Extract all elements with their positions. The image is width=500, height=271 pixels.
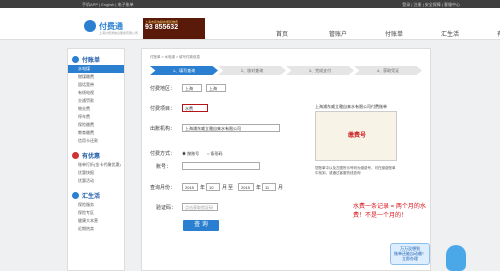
sidebar-section-life: 汇生活 保险服务 保险专区 健康大本营 近期热卖 [68, 189, 124, 233]
year-to-select[interactable]: 2015 [238, 183, 254, 191]
region-select-2[interactable]: 上海 [206, 84, 226, 92]
progress-steps: 1、填写查询 2、核对查询 3、完成支付 4、获取凭证 [150, 66, 422, 75]
life-icon [72, 191, 79, 199]
step-3: 3、完成支付 [286, 66, 354, 75]
range-separator: 至 [228, 185, 234, 191]
sidebar-item[interactable]: 账单打折(金卡代缴优惠) [68, 161, 124, 169]
org-select[interactable]: 上海浦东威立雅自来水有限公司 [182, 124, 280, 132]
sidebar-item[interactable]: 保险专区 [68, 209, 124, 217]
example-title: 上海浦东威立雅自来水有限公司付费账单 [315, 104, 387, 109]
month-unit: 月 [222, 185, 228, 191]
mode-radio-account[interactable]: ◉ 按账号 [182, 151, 199, 157]
header-ad-banner[interactable]: 上海市民信赖的便民缴费 93 855632 [143, 18, 205, 39]
sidebar: 付账单 水电煤 燃煤缴费 固话宽带 有线电视 交通罚款 物业费 停车费 保险缴费… [67, 48, 125, 271]
main-nav: 首页 管账户 付账单 汇生活 有优惠 [264, 29, 500, 38]
sidebar-section-title: 有优惠 [68, 149, 124, 161]
sidebar-item[interactable]: 教育缴费 [68, 129, 124, 137]
sidebar-item[interactable]: 信用卡还款 [68, 137, 124, 145]
year-unit: 年 [256, 185, 262, 191]
mode-radio-barcode[interactable]: ○ 条形码 [207, 151, 223, 157]
region-select-1[interactable]: 上海 [182, 84, 202, 92]
breadcrumb: 付账单 > 水电煤 > 填写付款信息 [150, 55, 200, 59]
offer-icon [72, 151, 79, 159]
sidebar-item[interactable]: 优惠活动 [68, 177, 124, 185]
sidebar-section-title: 汇生活 [68, 189, 124, 201]
nav-life[interactable]: 汇生活 [432, 29, 468, 38]
sidebar-item[interactable]: 交通罚款 [68, 97, 124, 105]
step-1: 1、填写查询 [150, 66, 218, 75]
example-bill-image: 缴费号 [315, 111, 397, 161]
example-note: 您账单中以及左图所示号码为缴费号，可在缴费账单中找到，或通过客服热线查询 [315, 166, 396, 175]
nav-account[interactable]: 管账户 [320, 29, 356, 38]
sidebar-section-offers: 有优惠 账单打折(金卡代缴优惠) 优惠快报 优惠活动 [68, 149, 124, 185]
nav-pay-bills[interactable]: 付账单 [376, 29, 412, 38]
type-label: 付费项目： [150, 106, 176, 112]
captcha-input[interactable]: 点击获取验证码 [182, 203, 218, 211]
sidebar-item[interactable]: 有线电视 [68, 89, 124, 97]
nav-offers[interactable]: 有优惠 [488, 29, 500, 38]
year-unit: 年 [200, 185, 206, 191]
month-from-select[interactable]: 10 [206, 183, 220, 191]
sidebar-item[interactable]: 近期热卖 [68, 225, 124, 233]
step-2: 2、核对查询 [218, 66, 286, 75]
account-label: 账号： [156, 164, 172, 170]
sidebar-item[interactable]: 停车费 [68, 113, 124, 121]
brand-logo-icon[interactable] [84, 20, 96, 32]
step-4: 4、获取凭证 [354, 66, 422, 75]
autopay-promo[interactable]: 万万没想到 账单还能自动缴！ 立即办理 [390, 243, 430, 265]
sidebar-item[interactable]: 燃煤缴费 [68, 73, 124, 81]
bill-icon [72, 55, 79, 63]
month-to-select[interactable]: 11 [262, 183, 276, 191]
month-label: 查询月份： [150, 185, 176, 191]
query-button[interactable]: 查 询 [183, 220, 219, 231]
mascot-icon [446, 245, 466, 271]
sidebar-section-title: 付账单 [68, 53, 124, 65]
top-bar: 手机APP | English | 电子账单 登录 | 注册 | 安全保障 | … [0, 0, 500, 8]
sidebar-item[interactable]: 优惠快报 [68, 169, 124, 177]
year-from-select[interactable]: 2015 [182, 183, 198, 191]
mode-label: 付费方式： [150, 151, 176, 157]
sidebar-section-bills: 付账单 水电煤 燃煤缴费 固话宽带 有线电视 交通罚款 物业费 停车费 保险缴费… [68, 53, 124, 145]
month-unit: 月 [278, 185, 284, 191]
sidebar-item[interactable]: 物业费 [68, 105, 124, 113]
captcha-label: 验证码： [156, 205, 177, 211]
sidebar-item[interactable]: 水电煤 [68, 65, 124, 73]
sidebar-item[interactable]: 固话宽带 [68, 81, 124, 89]
nav-home[interactable]: 首页 [264, 29, 300, 38]
org-label: 出账机构： [150, 126, 176, 132]
header: 付费通 上海付费通信息服务有限公司 上海市民信赖的便民缴费 93 855632 … [0, 8, 500, 40]
ad-number: 93 855632 [145, 24, 179, 31]
sidebar-item[interactable]: 健康大本营 [68, 217, 124, 225]
sidebar-item[interactable]: 保险服务 [68, 201, 124, 209]
region-label: 付费地区： [150, 86, 176, 92]
account-input[interactable] [182, 162, 260, 170]
sidebar-item[interactable]: 保险缴费 [68, 121, 124, 129]
main-panel: 付账单 > 水电煤 > 填写付款信息 1、填写查询 2、核对查询 3、完成支付 … [141, 48, 466, 271]
example-stamp: 缴费号 [348, 133, 367, 139]
brand-sub: 上海付费通信息服务有限公司 [99, 31, 139, 35]
type-select[interactable]: 水费 [182, 104, 208, 112]
annotation-text: 水费一条记录 = 两个月的水费！不是一个月的！ [353, 204, 426, 219]
